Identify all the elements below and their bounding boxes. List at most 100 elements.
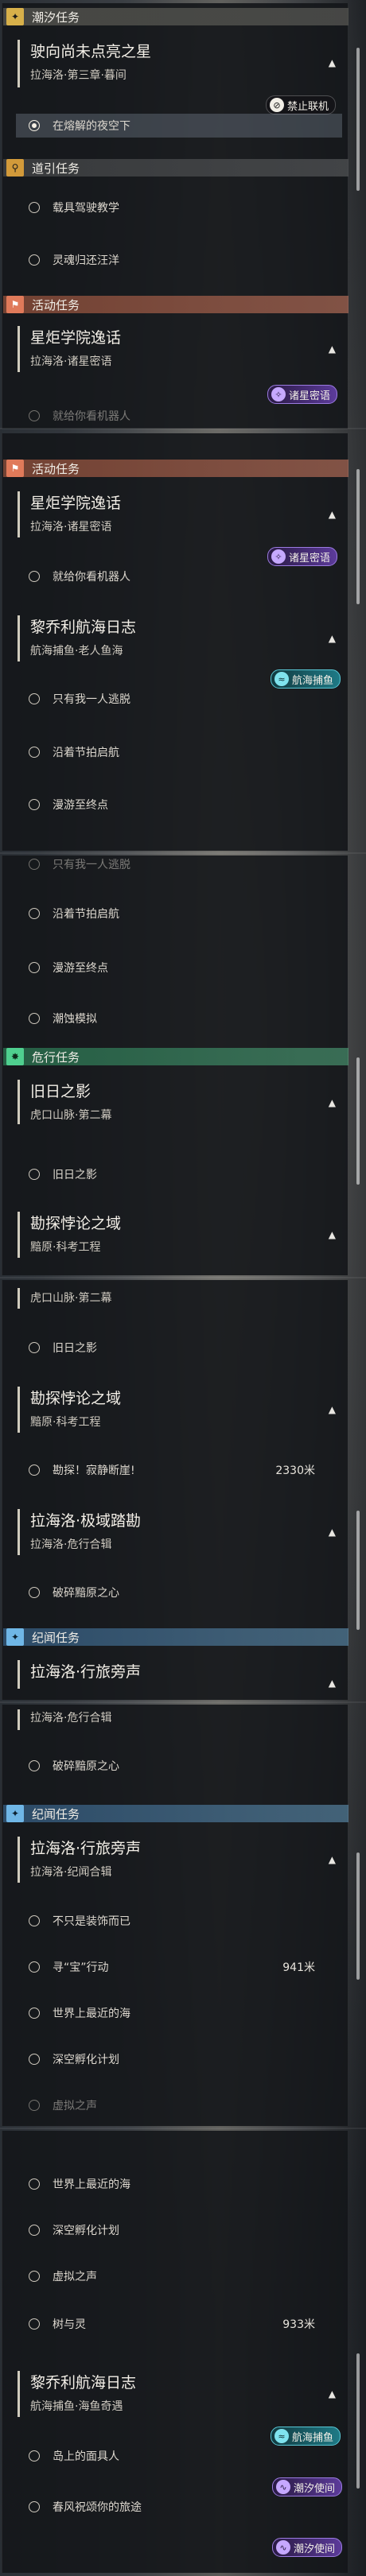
quest-header[interactable]: 旧日之影 虎口山脉·第二幕 ▲	[13, 1080, 342, 1124]
star-sigil-icon: ✧	[271, 387, 286, 402]
quest-title: 勘探悖论之域	[30, 1390, 122, 1407]
objective-item[interactable]: 就给你看机器人	[29, 566, 342, 587]
chevron-up-icon[interactable]: ▲	[329, 1527, 336, 1538]
category-danger-header[interactable]: ✸ 危行任务	[3, 1048, 348, 1065]
tag-label: 潮汐使间	[294, 2543, 336, 2555]
quest-header[interactable]: 星炬学院逸话 拉海洛·诸星密语 ▲	[13, 491, 342, 537]
quest-header[interactable]: 黎乔利航海日志 航海捕鱼·老人鱼海 ▲	[13, 615, 342, 661]
guide-pin-icon: ⚲	[6, 159, 24, 177]
objective-label: 灵魂归还汪洋	[53, 254, 119, 267]
category-discipline-header[interactable]: ✦ 纪闻任务	[3, 1628, 348, 1646]
objective-item[interactable]: 就给你看机器人	[29, 405, 342, 426]
chevron-up-icon[interactable]: ▲	[329, 1854, 336, 1865]
objective-item[interactable]: 漫游至终点	[29, 957, 342, 978]
objective-item[interactable]: 破碎黯原之心	[29, 1755, 342, 1776]
objective-item[interactable]: 虚拟之声	[29, 2266, 342, 2287]
objective-item[interactable]: 灵魂归还汪洋	[29, 250, 342, 270]
chevron-up-icon[interactable]: ▲	[329, 1097, 336, 1108]
quest-header[interactable]: 拉海洛·极域踏勘 拉海洛·危行合辑 ▲	[13, 1509, 342, 1555]
objective-item[interactable]: 春风祝颂你的旅途	[29, 2496, 342, 2517]
scrollbar-thumb[interactable]	[356, 2353, 360, 2489]
quest-header[interactable]: 黎乔利航海日志 航海捕鱼·海鱼奇遇 ▲	[13, 2371, 342, 2417]
quest-subtitle: 拉海洛·危行合辑	[30, 1538, 112, 1551]
objective-item[interactable]: 沿着节拍启航	[29, 742, 342, 762]
quest-title: 星炬学院逸话	[30, 329, 122, 347]
scrollbar-thumb[interactable]	[356, 469, 360, 604]
objective-item[interactable]: 不只是装饰而已	[29, 1911, 342, 1931]
objective-item[interactable]: 深空孵化计划	[29, 2049, 342, 2070]
danger-icon: ✸	[6, 1048, 24, 1065]
quest-title: 拉海洛·行旅旁声	[30, 1840, 142, 1857]
objective-item[interactable]: 只有我一人逃脱	[29, 689, 342, 709]
quest-header[interactable]: 虎口山脉·第二幕	[13, 1288, 342, 1309]
objective-item[interactable]: 旧日之影	[29, 1337, 342, 1358]
objective-item[interactable]: 寻“宝”行动 941米	[29, 1957, 342, 1977]
scrollbar-thumb[interactable]	[356, 1852, 360, 1980]
fish-icon: ≈	[274, 672, 289, 686]
quest-header[interactable]: 勘探悖论之域 黯原·科考工程 ▲	[13, 1387, 342, 1433]
quest-subtitle: 拉海洛·纪闻合辑	[30, 1866, 112, 1879]
objective-item[interactable]: 只有我一人逃脱	[29, 854, 342, 875]
event-tag: ✧ 诸星密语	[267, 385, 338, 404]
objective-radio-icon	[29, 747, 40, 758]
quest-header[interactable]: 勘探悖论之域 黯原·科考工程 ▲	[13, 1212, 342, 1258]
objective-radio-icon	[29, 1342, 40, 1353]
category-discipline-header[interactable]: ✦ 纪闻任务	[3, 1805, 348, 1822]
quest-header[interactable]: 驶向尚未点亮之星 拉海洛·第三章·暮间 ▲	[13, 40, 342, 87]
objective-item[interactable]: 勘探！寂静断崖! 2330米	[29, 1460, 342, 1480]
tide-event-tag: ∿ 潮汐使间	[272, 2477, 343, 2496]
category-label: 道引任务	[32, 161, 80, 176]
objective-radio-icon	[29, 410, 40, 421]
category-label: 纪闻任务	[32, 1630, 80, 1645]
objective-item[interactable]: 载具驾驶教学	[29, 197, 342, 218]
quest-subtitle: 虎口山脉·第二幕	[30, 1292, 112, 1305]
distance-label: 941米	[282, 1961, 315, 1974]
objective-item[interactable]: 潮蚀模拟	[29, 1008, 342, 1029]
category-label: 危行任务	[32, 1049, 80, 1065]
chevron-up-icon[interactable]: ▲	[329, 1404, 336, 1415]
category-label: 活动任务	[32, 461, 80, 476]
scrollbar-thumb[interactable]	[356, 48, 360, 191]
tag-label: 禁止联机	[287, 100, 329, 113]
objective-label: 破碎黯原之心	[53, 1760, 119, 1773]
objective-item[interactable]: 世界上最近的海	[29, 2174, 342, 2194]
quest-subtitle: 黯原·科考工程	[30, 1241, 101, 1254]
chevron-up-icon[interactable]: ▲	[329, 2388, 336, 2399]
objective-label: 春风祝颂你的旅途	[53, 2501, 142, 2514]
no-coop-tag: ⊘ 禁止联机	[266, 95, 337, 114]
objective-item[interactable]: 在熔解的夜空下	[16, 114, 342, 138]
quest-header[interactable]: 星炬学院逸话 拉海洛·诸星密语 ▲	[13, 326, 342, 372]
objective-item[interactable]: 旧日之影	[29, 1164, 342, 1185]
objective-item[interactable]: 树与灵 933米	[29, 2314, 342, 2334]
quest-header[interactable]: 拉海洛·行旅旁声 拉海洛·纪闻合辑 ▲	[13, 1837, 342, 1883]
objective-item[interactable]: 漫游至终点	[29, 794, 342, 815]
chevron-up-icon[interactable]: ▲	[329, 509, 336, 520]
chevron-up-icon[interactable]: ▲	[329, 57, 336, 68]
quest-title: 驶向尚未点亮之星	[30, 43, 152, 60]
distance-label: 933米	[282, 2318, 315, 2331]
objective-item[interactable]: 岛上的面具人	[29, 2446, 342, 2466]
objective-item[interactable]: 虚拟之声	[29, 2095, 342, 2116]
discipline-icon: ✦	[6, 1628, 24, 1646]
chevron-up-icon[interactable]: ▲	[329, 1678, 336, 1689]
objective-item[interactable]: 深空孵化计划	[29, 2220, 342, 2240]
quest-header[interactable]: 拉海洛·行旅旁声 ▲	[13, 1660, 342, 1689]
scrollbar-thumb[interactable]	[356, 1511, 360, 1630]
objective-item[interactable]: 破碎黯原之心	[29, 1582, 342, 1603]
quest-title: 旧日之影	[30, 1083, 92, 1100]
objective-item[interactable]: 世界上最近的海	[29, 2003, 342, 2023]
objective-label: 在熔解的夜空下	[53, 120, 130, 133]
category-guide-header[interactable]: ⚲ 道引任务	[3, 159, 348, 177]
wave-icon: ∿	[276, 2540, 290, 2555]
chevron-up-icon[interactable]: ▲	[329, 633, 336, 644]
objective-label: 潮蚀模拟	[53, 1013, 97, 1026]
objective-radio-icon	[29, 2054, 40, 2065]
category-tide-header[interactable]: ✦ 潮汐任务	[3, 8, 348, 25]
scrollbar-thumb[interactable]	[356, 1057, 360, 1185]
objective-item[interactable]: 沿着节拍启航	[29, 903, 342, 924]
category-activity-header[interactable]: ⚑ 活动任务	[3, 460, 348, 477]
chevron-up-icon[interactable]: ▲	[329, 343, 336, 355]
chevron-up-icon[interactable]: ▲	[329, 1229, 336, 1240]
quest-header[interactable]: 拉海洛·危行合辑	[13, 1709, 342, 1730]
category-activity-header[interactable]: ⚑ 活动任务	[3, 296, 348, 313]
